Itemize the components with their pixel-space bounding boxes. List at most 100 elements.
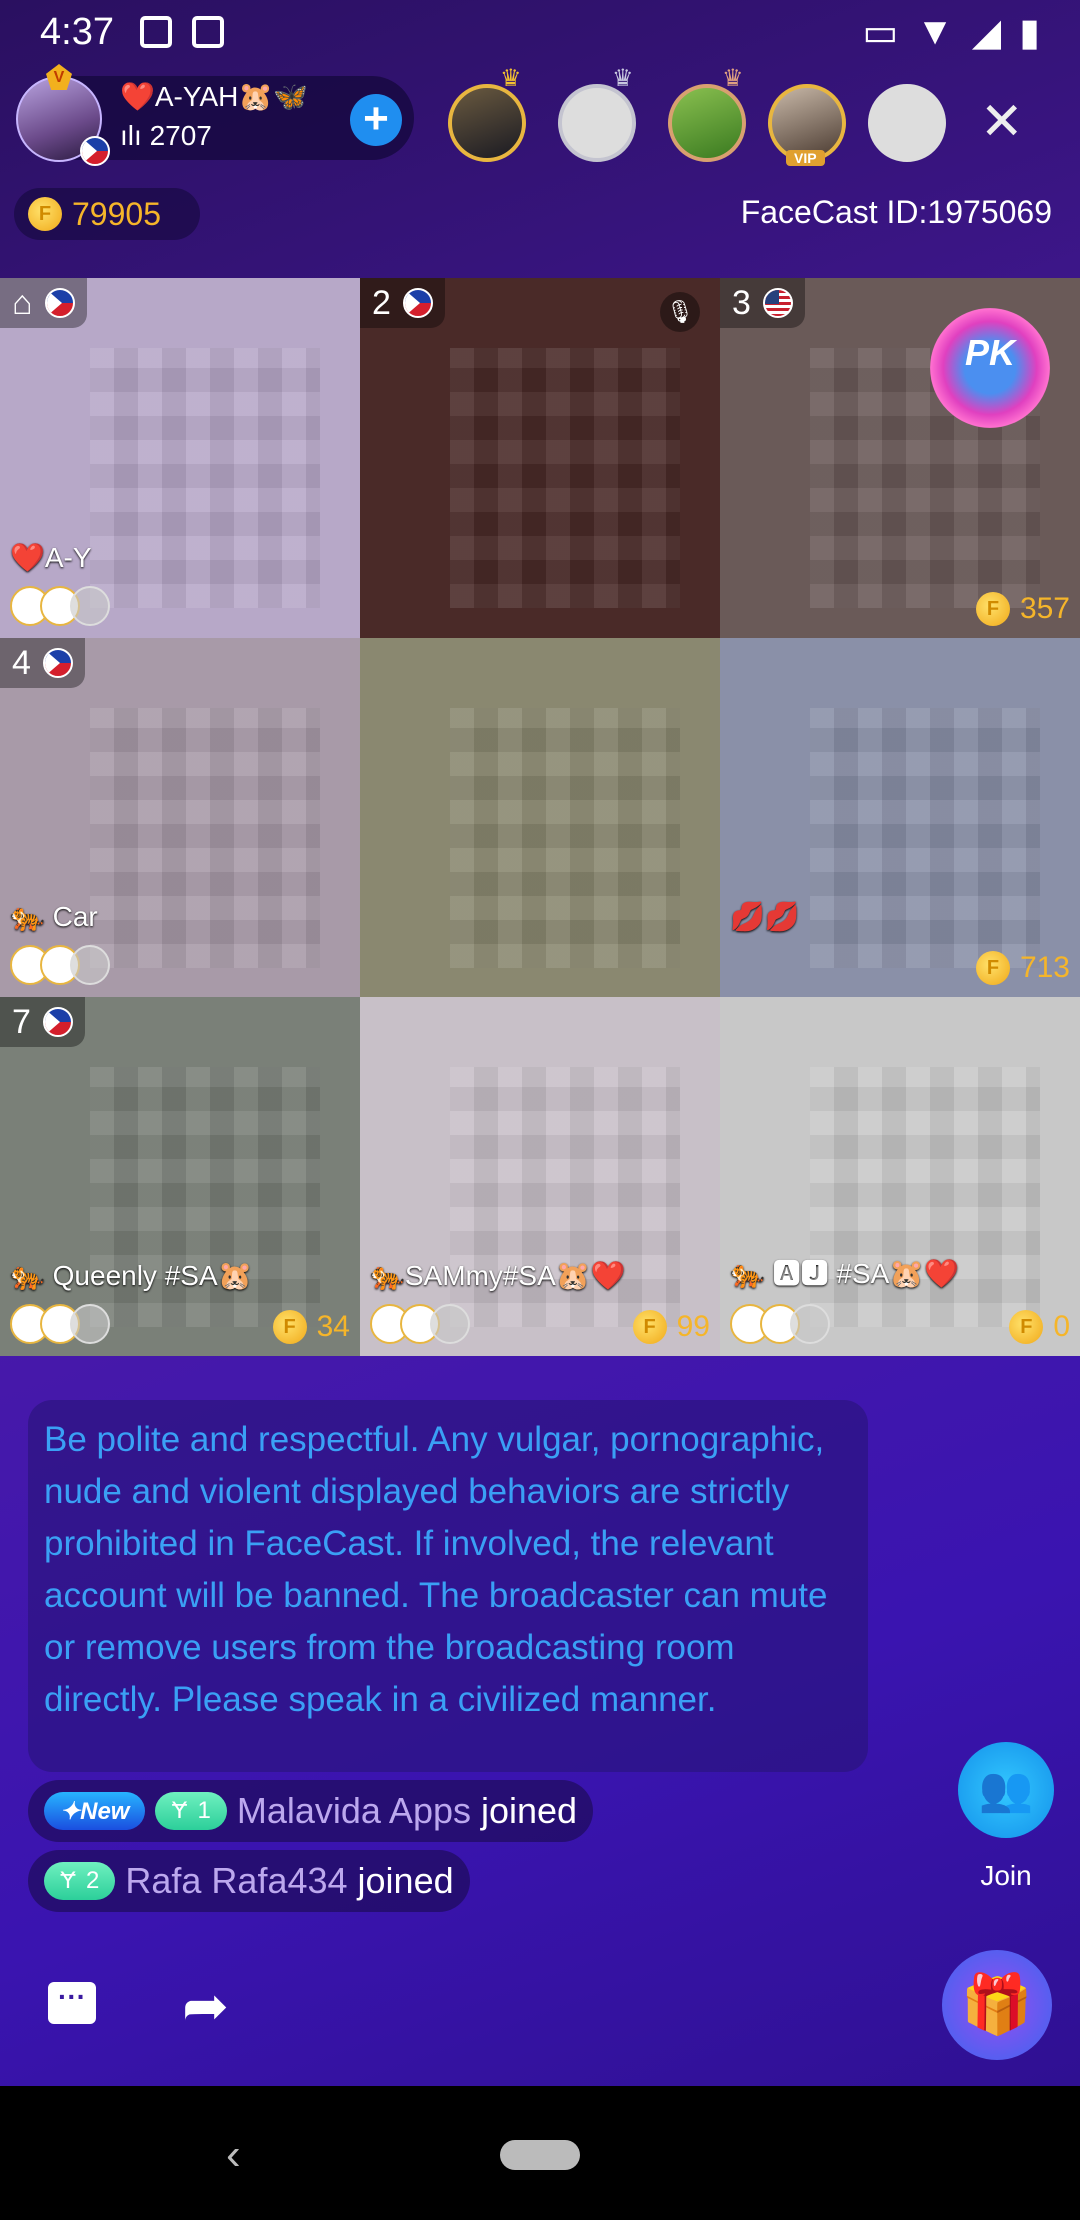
level-badge: Ɏ2 — [44, 1862, 116, 1900]
coin-icon: F — [975, 592, 1010, 626]
crown-placeholder-icon — [70, 945, 110, 985]
top-gifters[interactable] — [10, 945, 110, 985]
coin-amount: 79905 — [72, 195, 161, 232]
share-icon[interactable]: ➦ — [182, 1978, 229, 2034]
seat-username: 🐅SAMmy#SA🐹❤️ — [370, 1260, 626, 1291]
seat-number: 7 — [12, 1002, 31, 1041]
level-number: 2 — [86, 1867, 100, 1894]
image-icon — [139, 16, 172, 48]
seat-username: 🐅 🅰🅹 #SA🐹❤️ — [730, 1258, 960, 1289]
follow-button[interactable]: + — [350, 94, 402, 146]
seat-label: 4 — [0, 638, 85, 688]
back-icon[interactable]: ‹ — [226, 2130, 241, 2180]
bars-icon: ılı — [120, 120, 150, 151]
philippines-flag-icon — [44, 288, 75, 318]
top-gifters[interactable] — [10, 1304, 110, 1344]
seat-label: 7 — [0, 997, 85, 1047]
status-bar: 4:37 ▭ ▼ ◢ ▮ — [0, 0, 1080, 64]
video-feed — [450, 708, 680, 968]
sprout-icon: Ɏ — [171, 1797, 188, 1824]
coin-amount: 99 — [676, 1310, 710, 1343]
seat-coins: F0 — [1009, 1310, 1070, 1344]
viewer-avatar[interactable] — [558, 84, 636, 162]
broadcast-seat-1[interactable]: ⌂ ❤️A-Y — [0, 278, 360, 638]
broadcast-seat-3[interactable]: 3 PK F 357 — [720, 278, 1080, 638]
vip-badge: VIP — [786, 150, 825, 166]
fans-count: 2707 — [149, 120, 212, 151]
battery-icon: ▮ — [1019, 11, 1040, 54]
gift-button[interactable]: 🎁 — [942, 1950, 1052, 2060]
screenshot-icon — [191, 16, 224, 48]
host-fans: ılı 2707 — [120, 120, 212, 152]
top-gifters[interactable] — [730, 1304, 830, 1344]
coin-icon: F — [632, 1310, 667, 1344]
broadcast-seat-2[interactable]: 2 🎙 — [360, 278, 720, 638]
philippines-flag-icon — [42, 648, 73, 678]
seat-username: ❤️A-Y — [10, 542, 92, 573]
rules-notice: Be polite and respectful. Any vulgar, po… — [28, 1400, 868, 1772]
mic-muted-icon: 🎙 — [660, 292, 700, 332]
home-icon: ⌂ — [12, 283, 33, 322]
video-feed — [90, 708, 320, 968]
broadcast-seat-5[interactable] — [360, 638, 720, 997]
chat-action: joined — [357, 1860, 454, 1901]
chat-action: joined — [480, 1790, 578, 1831]
viewer-avatar[interactable] — [448, 84, 526, 162]
viewer-avatar[interactable] — [668, 84, 746, 162]
chat-bubble-icon[interactable]: ··· — [48, 1982, 96, 2024]
join-label: Join — [980, 1860, 1032, 1891]
coin-amount: 34 — [316, 1310, 350, 1343]
coin-amount: 713 — [1019, 951, 1070, 984]
chat-username[interactable]: Rafa Rafa434 — [125, 1860, 347, 1902]
broadcast-seat-7[interactable]: 7 🐅 Queenly #SA🐹 F 34 — [0, 997, 360, 1356]
seat-number: 4 — [12, 643, 31, 682]
broadcast-seat-8[interactable]: 🐅SAMmy#SA🐹❤️ F 99 — [360, 997, 720, 1356]
level-number: 1 — [197, 1797, 211, 1824]
philippines-flag-icon — [402, 288, 433, 318]
wifi-icon: ▼ — [916, 10, 954, 53]
host-name: ❤️A-YAH🐹🦋 — [120, 81, 309, 112]
philippines-flag-icon — [80, 136, 110, 166]
gift-icon: 🎁 — [960, 1972, 1034, 2037]
seat-coins: F 99 — [632, 1310, 710, 1344]
chat-message: ✦New Ɏ1 Malavida Apps joined — [28, 1780, 594, 1842]
chat-username[interactable]: Malavida Apps — [237, 1790, 471, 1832]
broadcast-seat-4[interactable]: 4 🐅 Car — [0, 638, 360, 997]
coin-amount: 0 — [1053, 1310, 1070, 1343]
seat-coins: F 34 — [272, 1310, 350, 1344]
coin-icon: F — [272, 1310, 307, 1344]
new-user-badge: ✦New — [44, 1792, 146, 1830]
seat-username: 🐅 Queenly #SA🐹 — [10, 1260, 253, 1291]
broadcast-seat-9[interactable]: 🐅 🅰🅹 #SA🐹❤️ F 0 — [720, 997, 1080, 1356]
pk-badge[interactable]: PK — [930, 308, 1050, 428]
facecast-id: FaceCast ID:1975069 — [740, 194, 1052, 230]
crown-placeholder-icon — [70, 1304, 110, 1344]
coin-icon: F — [28, 197, 62, 231]
seat-username: 💋💋 — [730, 901, 800, 932]
users-icon: 👥 — [978, 1765, 1034, 1814]
top-gifters[interactable] — [10, 586, 110, 626]
crown-icon: ♛ — [722, 65, 744, 92]
top-gifters[interactable] — [370, 1304, 470, 1344]
seat-number: 2 — [372, 283, 391, 322]
coin-balance[interactable]: F 79905 — [14, 188, 200, 240]
us-flag-icon — [762, 288, 793, 318]
home-pill[interactable] — [500, 2140, 580, 2170]
seat-label: 2 — [360, 278, 445, 328]
clock: 4:37 — [40, 10, 114, 53]
video-feed — [90, 348, 320, 608]
close-button[interactable]: ✕ — [980, 96, 1024, 148]
crown-icon: ♛ — [612, 65, 634, 92]
philippines-flag-icon — [42, 1007, 73, 1037]
video-feed — [450, 348, 680, 608]
crown-placeholder-icon — [790, 1304, 830, 1344]
seat-label: ⌂ — [0, 278, 87, 328]
cast-icon: ▭ — [862, 11, 899, 54]
viewer-avatar[interactable] — [868, 84, 946, 162]
join-button[interactable]: 👥 — [958, 1742, 1054, 1838]
seat-label: 3 — [720, 278, 805, 328]
broadcast-seat-6[interactable]: 💋💋 F 713 — [720, 638, 1080, 997]
video-feed — [810, 708, 1040, 968]
sprout-icon: Ɏ — [60, 1867, 77, 1894]
seat-coins: F 357 — [975, 592, 1070, 626]
